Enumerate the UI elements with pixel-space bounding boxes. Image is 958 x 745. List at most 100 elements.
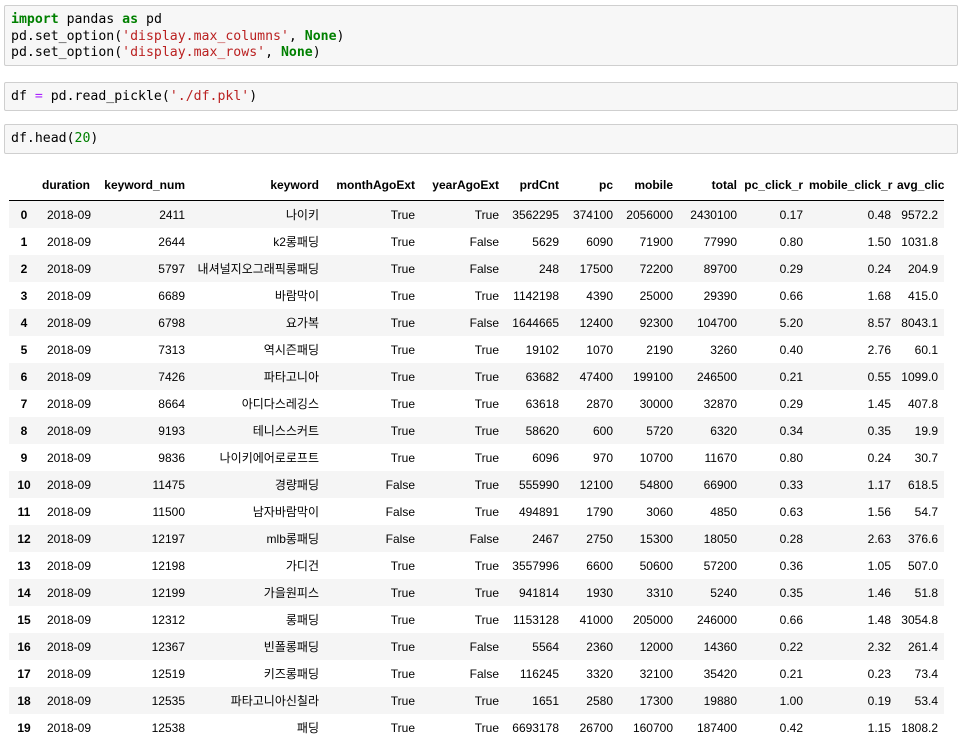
table-cell: 10700 — [639, 450, 673, 465]
table-cell: 12197 — [151, 531, 185, 546]
code-token: df — [11, 89, 35, 104]
code-cell-imports[interactable]: import pandas as pd pd.set_option('displa… — [4, 5, 958, 66]
table-row: 19 2018-09 12538 패딩 True True 6693178 26700 1607… — [9, 714, 944, 741]
table-cell: True — [390, 234, 415, 249]
table-cell: 12535 — [151, 693, 185, 708]
table-cell: 3054.8 — [901, 612, 938, 627]
row-index: 2 — [20, 261, 28, 276]
code-token: pd.set_option( — [11, 45, 123, 60]
table-cell: 나이키 — [285, 208, 319, 222]
table-cell: 2018-09 — [46, 342, 92, 357]
table-cell: 0.42 — [779, 720, 803, 735]
column-header-duration: duration — [39, 170, 99, 201]
table-cell: 47400 — [579, 369, 613, 384]
table-cell: True — [474, 504, 499, 519]
code-line: pd.set_option('display.max_rows', None) — [11, 45, 951, 62]
row-index: 19 — [17, 720, 31, 735]
table-row: 17 2018-09 12519 키즈롱패딩 True False 116245 3320 32… — [9, 660, 944, 687]
table-cell: 8.57 — [867, 315, 891, 330]
column-header-mobile-click-r: mobile_click_r — [809, 170, 897, 201]
table-cell: 1.56 — [867, 504, 891, 519]
table-cell: True — [390, 261, 415, 276]
table-cell: 0.28 — [779, 531, 803, 546]
table-cell: 17500 — [579, 261, 613, 276]
table-row: 5 2018-09 7313 역시즌패딩 True True 19102 1070 2190 32… — [9, 336, 944, 363]
table-cell: 0.23 — [867, 666, 891, 681]
code-token: 20 — [74, 131, 91, 146]
table-cell: 9572.2 — [901, 207, 938, 222]
table-cell: True — [390, 342, 415, 357]
table-cell: 1031.8 — [901, 234, 938, 249]
table-cell: 6600 — [586, 558, 613, 573]
table-cell: 73.4 — [914, 666, 938, 681]
code-token: pd.set_option( — [11, 28, 123, 44]
code-line: pd.set_option('display.max_columns', Non… — [11, 29, 951, 46]
table-cell: True — [390, 396, 415, 411]
table-cell: 15300 — [639, 531, 673, 546]
table-cell: 35420 — [703, 666, 737, 681]
row-index: 14 — [17, 585, 31, 600]
table-cell: 941814 — [518, 585, 559, 600]
row-index: 12 — [17, 531, 31, 546]
table-cell: 555990 — [518, 477, 559, 492]
table-cell: False — [469, 666, 499, 681]
table-cell: True — [474, 396, 499, 411]
table-cell: 12198 — [151, 558, 185, 573]
table-cell: 2018-09 — [46, 693, 92, 708]
column-header-mobile: mobile — [619, 170, 679, 201]
table-cell: 0.66 — [779, 612, 803, 627]
table-cell: 1790 — [586, 504, 613, 519]
table-cell: 30000 — [639, 396, 673, 411]
table-cell: 2360 — [586, 639, 613, 654]
table-cell: 2411 — [159, 207, 185, 222]
table-row: 9 2018-09 9836 나이키에어로로프트 True True 6096 970 1070… — [9, 444, 944, 471]
row-index: 13 — [17, 558, 31, 573]
column-header-monthagoext: monthAgoExt — [325, 170, 421, 201]
table-cell: 2018-09 — [46, 639, 92, 654]
code-token: as — [122, 12, 139, 27]
table-cell: 0.19 — [867, 693, 891, 708]
table-cell: 패딩 — [296, 721, 319, 735]
table-cell: 63618 — [525, 396, 559, 411]
table-cell: 12199 — [151, 585, 185, 600]
code-token: None — [304, 28, 337, 44]
table-cell: 2467 — [532, 531, 559, 546]
row-index: 18 — [17, 693, 31, 708]
table-cell: 205000 — [632, 612, 673, 627]
code-cell-head[interactable]: df.head(20) — [4, 124, 958, 154]
row-index: 4 — [20, 315, 28, 330]
table-cell: 7313 — [158, 342, 185, 357]
table-cell: 2018-09 — [46, 207, 92, 222]
code-token: ) — [336, 28, 345, 44]
column-header-avg-click: avg_click — [897, 170, 944, 201]
code-cell-read-pickle[interactable]: df = pd.read_pickle('./df.pkl') — [4, 82, 958, 111]
column-header-prdcnt: prdCnt — [505, 170, 565, 201]
table-cell: 11475 — [152, 477, 185, 492]
table-cell: 가디건 — [285, 559, 319, 573]
table-cell: 41000 — [579, 612, 613, 627]
code-token: './df.pkl' — [169, 89, 250, 104]
table-cell: 8043.1 — [901, 315, 938, 330]
table-cell: 2018-09 — [46, 288, 92, 303]
table-cell: 테니스스커트 — [252, 424, 319, 438]
table-cell: 415.0 — [907, 288, 938, 303]
table-cell: 5797 — [158, 261, 185, 276]
table-cell: False — [469, 234, 499, 249]
table-cell: 바람막이 — [274, 289, 319, 303]
table-cell: 4390 — [586, 288, 613, 303]
table-cell: 2.76 — [867, 342, 891, 357]
row-index: 0 — [20, 207, 28, 222]
code-token: 'display.max_columns' — [122, 28, 289, 44]
table-cell: 6090 — [586, 234, 613, 249]
table-cell: 2870 — [586, 396, 613, 411]
table-cell: True — [474, 423, 499, 438]
table-cell: 0.63 — [779, 504, 803, 519]
table-cell: True — [390, 288, 415, 303]
table-cell: 2018-09 — [46, 261, 92, 276]
table-cell: True — [390, 423, 415, 438]
table-cell: False — [385, 477, 415, 492]
table-cell: True — [474, 288, 499, 303]
table-cell: 1644665 — [512, 315, 559, 330]
table-row: 6 2018-09 7426 파타고니아 True True 63682 47400 19910… — [9, 363, 944, 390]
table-row: 15 2018-09 12312 롱패딩 True True 1153128 41000 205… — [9, 606, 944, 633]
